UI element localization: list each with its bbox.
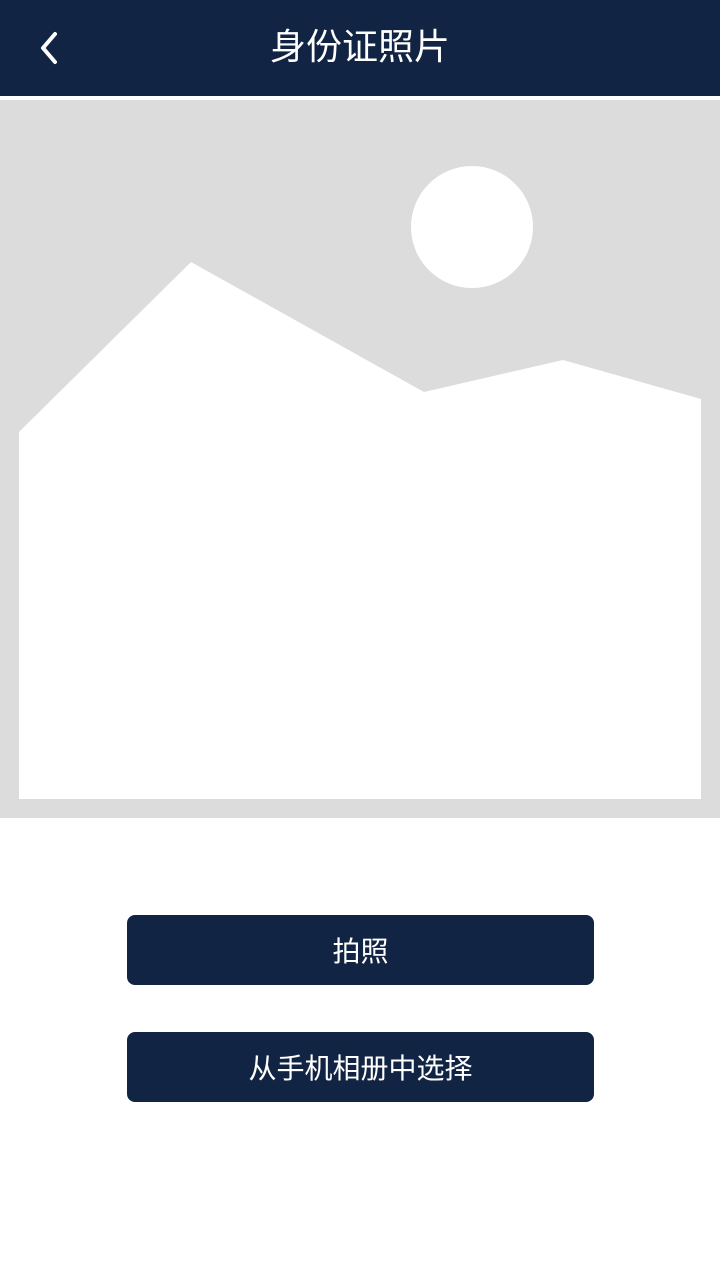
image-placeholder-icon <box>0 100 720 818</box>
chevron-left-icon <box>41 32 57 64</box>
choose-from-album-button[interactable]: 从手机相册中选择 <box>127 1032 594 1102</box>
sun-shape <box>411 166 533 288</box>
top-bar: 身份证照片 <box>0 0 720 96</box>
id-photo-preview <box>0 100 720 818</box>
page-title: 身份证照片 <box>269 27 450 68</box>
take-photo-button[interactable]: 拍照 <box>127 915 594 985</box>
back-button[interactable] <box>22 18 78 74</box>
